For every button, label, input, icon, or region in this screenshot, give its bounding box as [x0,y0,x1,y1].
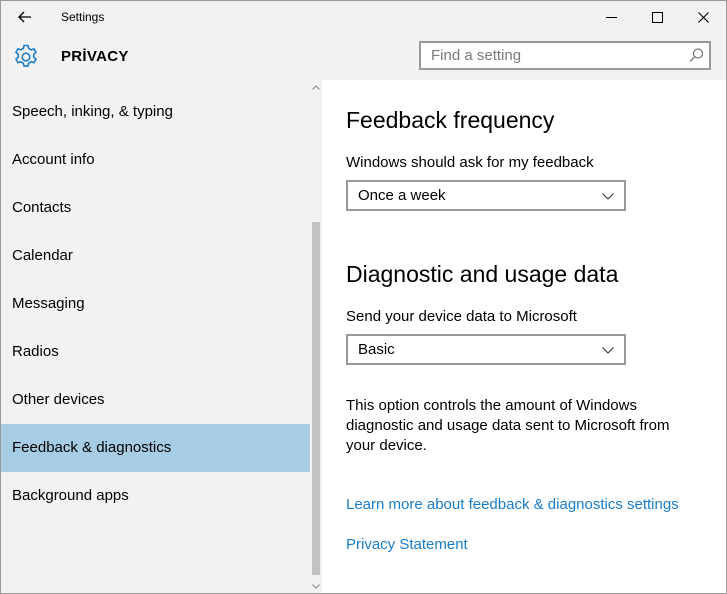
main-content: Feedback frequency Windows should ask fo… [322,80,726,593]
search-input[interactable] [421,43,691,68]
sidebar-item-calendar[interactable]: Calendar [1,232,310,280]
sidebar-item-feedback-diagnostics[interactable]: Feedback & diagnostics [1,424,310,472]
scroll-thumb[interactable] [312,222,320,575]
diagnostic-data-value: Basic [358,341,395,358]
minimize-icon [605,16,617,18]
close-button[interactable] [680,1,726,33]
page-header: PRİVACY [1,33,726,80]
sidebar-item-radios[interactable]: Radios [1,328,310,376]
learn-more-link[interactable]: Learn more about feedback & diagnostics … [346,495,679,515]
diagnostic-data-dropdown[interactable]: Basic [346,334,626,365]
sidebar: Speech, inking, & typing Account info Co… [1,80,322,593]
feedback-frequency-value: Once a week [358,187,446,204]
page-title: PRİVACY [61,48,129,65]
chevron-down-icon [602,347,614,354]
sidebar-item-other-devices[interactable]: Other devices [1,376,310,424]
back-button[interactable] [1,1,49,33]
settings-window: Settings PRİVACY Find a setting Speech, … [0,0,727,594]
gear-icon [13,44,39,70]
sidebar-item-contacts[interactable]: Contacts [1,184,310,232]
sidebar-scrollbar[interactable] [310,80,322,593]
back-arrow-icon [18,11,31,23]
feedback-label: Windows should ask for my feedback [346,154,594,171]
sidebar-item-background-apps[interactable]: Background apps [1,472,310,520]
close-icon [697,11,709,23]
sidebar-item-speech[interactable]: Speech, inking, & typing [1,88,310,136]
sidebar-item-account-info[interactable]: Account info [1,136,310,184]
title-bar: Settings [1,1,726,33]
scroll-down-arrow[interactable] [310,580,322,592]
scroll-up-arrow[interactable] [310,81,322,93]
chevron-up-icon [312,84,320,90]
maximize-icon [651,11,663,23]
minimize-button[interactable] [588,1,634,33]
maximize-button[interactable] [634,1,680,33]
feedback-heading: Feedback frequency [346,107,555,133]
diagnostic-heading: Diagnostic and usage data [346,261,619,287]
sidebar-item-messaging[interactable]: Messaging [1,280,310,328]
privacy-statement-link[interactable]: Privacy Statement [346,535,468,555]
diagnostic-description: This option controls the amount of Windo… [346,397,670,454]
chevron-down-icon [312,583,320,589]
search-box[interactable] [419,41,711,70]
search-icon[interactable] [688,47,705,64]
chevron-down-icon [602,193,614,200]
feedback-frequency-dropdown[interactable]: Once a week [346,180,626,211]
diagnostic-label: Send your device data to Microsoft [346,308,577,325]
app-title: Settings [61,10,105,24]
